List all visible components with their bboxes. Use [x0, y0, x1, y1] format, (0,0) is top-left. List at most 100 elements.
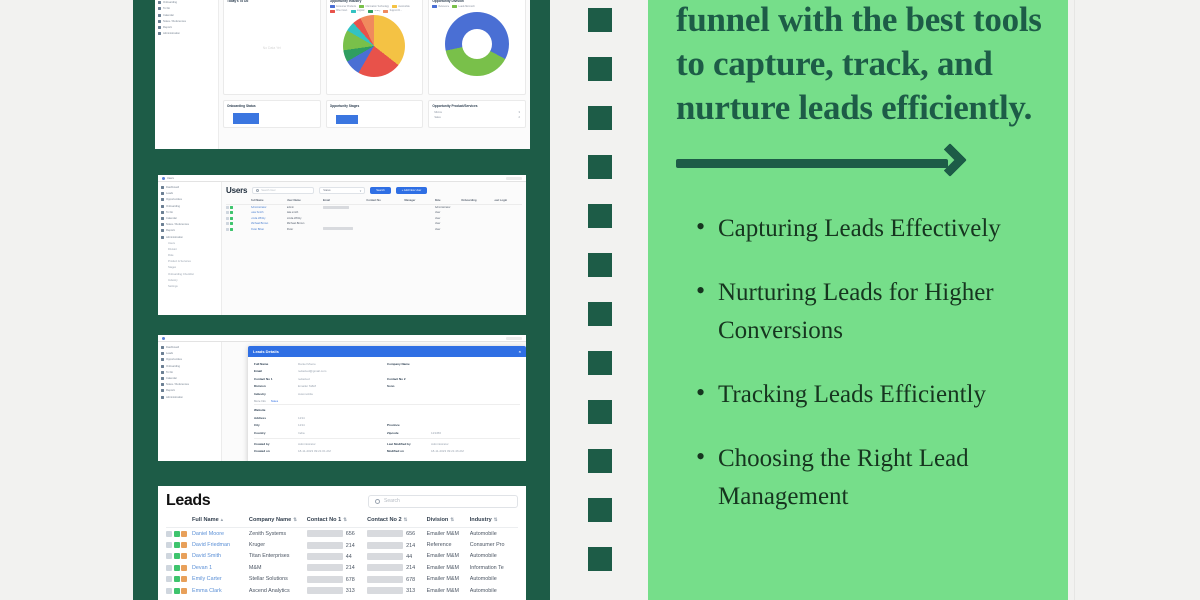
add-user-button[interactable]: + Add New User — [395, 187, 428, 194]
edit-icon[interactable] — [226, 227, 229, 231]
view-icon[interactable] — [230, 216, 233, 220]
col-last-login[interactable]: Last Login — [494, 199, 522, 202]
edit-icon[interactable] — [226, 205, 229, 209]
table-row[interactable]: Peter Brian Peter User — [226, 226, 522, 232]
row-actions[interactable] — [166, 542, 192, 549]
sidebar-item-notes[interactable]: Notes / References — [161, 223, 218, 227]
edit-icon[interactable] — [226, 222, 229, 226]
sidebar-subitem-users[interactable]: Users — [168, 242, 218, 245]
col-full-name[interactable]: Full Name — [251, 199, 287, 202]
cell-full-name[interactable]: Lata Smith — [251, 211, 287, 214]
sidebar-item[interactable]: Onboarding — [158, 1, 215, 5]
view-icon[interactable] — [173, 530, 180, 537]
edit-icon[interactable] — [226, 216, 229, 220]
row-actions[interactable] — [166, 564, 192, 571]
row-actions[interactable] — [166, 553, 192, 560]
tab-notes[interactable]: Notes — [271, 399, 278, 403]
sidebar-item-leads[interactable]: Leads — [161, 352, 218, 356]
dashboard-sidebar[interactable]: Opportunities Onboarding To Do Calendar … — [155, 0, 219, 149]
sidebar-item-reports[interactable]: Reports — [161, 389, 218, 393]
delete-icon[interactable] — [166, 542, 172, 549]
col-division[interactable]: Division ⇅ — [427, 517, 470, 523]
sidebar-item-administration[interactable]: Administration — [161, 395, 218, 399]
edit-icon[interactable] — [181, 587, 188, 594]
sidebar-item[interactable]: Reports — [158, 25, 215, 29]
search-input[interactable]: Search User — [252, 187, 315, 194]
cell-full-name[interactable]: Linda Whitty — [251, 217, 287, 220]
search-input[interactable]: Search — [368, 494, 518, 508]
edit-icon[interactable] — [181, 564, 188, 571]
edit-icon[interactable] — [181, 542, 188, 549]
edit-icon[interactable] — [181, 530, 188, 537]
row-actions[interactable] — [166, 530, 192, 537]
sidebar-item-todo[interactable]: To Do — [161, 210, 218, 214]
sidebar-subitem-division[interactable]: Division — [168, 248, 218, 251]
col-company-name[interactable]: Company Name ⇅ — [249, 517, 307, 523]
sidebar-subitem-role[interactable]: Role — [168, 254, 218, 257]
action-icons[interactable] — [226, 216, 251, 220]
action-icons[interactable] — [226, 211, 251, 215]
sidebar-item-notes[interactable]: Notes / References — [161, 383, 218, 387]
col-manager[interactable]: Manager — [404, 199, 434, 202]
view-icon[interactable] — [173, 553, 180, 560]
cell-full-name[interactable]: Devan 1 — [192, 565, 249, 571]
table-row[interactable]: Emily Carter Stellar Solutions 678 678 E… — [166, 574, 518, 585]
view-icon[interactable] — [230, 227, 233, 231]
delete-icon[interactable] — [166, 530, 172, 537]
delete-icon[interactable] — [166, 587, 172, 594]
col-onboarding[interactable]: Onboarding — [461, 199, 493, 202]
view-icon[interactable] — [230, 222, 233, 226]
row-actions[interactable] — [226, 211, 251, 215]
tab-more-info[interactable]: More Info — [254, 399, 266, 403]
row-actions[interactable] — [226, 227, 251, 231]
sidebar-item-onboarding[interactable]: Onboarding — [161, 364, 218, 368]
sidebar-item[interactable]: To Do — [158, 7, 215, 11]
sidebar-item-administration[interactable]: Administration — [161, 235, 218, 239]
col-contact-no[interactable]: Contact No — [366, 199, 404, 202]
delete-icon[interactable] — [166, 564, 172, 571]
cell-full-name[interactable]: Michael Brown — [251, 222, 287, 225]
row-actions[interactable] — [226, 216, 251, 220]
sidebar-item-leads[interactable]: Leads — [161, 192, 218, 196]
col-contact-1[interactable]: Contact No 1 ⇅ — [307, 517, 367, 523]
cell-full-name[interactable]: Daniel Moore — [192, 531, 249, 537]
edit-icon[interactable] — [181, 553, 188, 560]
view-icon[interactable] — [173, 587, 180, 594]
view-icon[interactable] — [173, 564, 180, 571]
delete-icon[interactable] — [166, 576, 172, 583]
edit-icon[interactable] — [226, 211, 229, 215]
col-full-name[interactable]: Full Name ▴ — [192, 517, 249, 523]
delete-icon[interactable] — [166, 553, 172, 560]
cell-full-name[interactable]: Administrator — [251, 206, 287, 209]
col-contact-2[interactable]: Contact No 2 ⇅ — [367, 517, 427, 523]
sidebar-item-calendar[interactable]: Calendar — [161, 216, 218, 220]
view-icon[interactable] — [173, 542, 180, 549]
table-row[interactable]: David Friedman Kruger 214 214 Reference … — [166, 539, 518, 550]
edit-icon[interactable] — [181, 576, 188, 583]
table-row[interactable]: David Smith Titan Enterprises 44 44 Emai… — [166, 551, 518, 562]
table-row[interactable]: Emma Clark Ascend Analytics 313 313 Emai… — [166, 585, 518, 596]
sidebar-item-reports[interactable]: Reports — [161, 229, 218, 233]
col-industry[interactable]: Industry ⇅ — [470, 517, 518, 523]
cell-full-name[interactable]: Peter Brian — [251, 228, 287, 231]
users-sidebar[interactable]: Dashboard Leads Opportunities Onboarding… — [158, 182, 222, 315]
sidebar-item-calendar[interactable]: Calendar — [161, 376, 218, 380]
sidebar-item-opportunities[interactable]: Opportunities — [161, 358, 218, 362]
table-row[interactable]: Daniel Moore Zenith Systems 656 656 Emai… — [166, 528, 518, 539]
cell-full-name[interactable]: David Friedman — [192, 542, 249, 548]
row-actions[interactable] — [166, 587, 192, 594]
sidebar-subitem-products[interactable]: Product & Services — [168, 260, 218, 263]
table-row[interactable]: Devan 1 M&M 214 214 Emailer M&M Informat… — [166, 562, 518, 573]
sidebar-item-onboarding[interactable]: Onboarding — [161, 204, 218, 208]
row-actions[interactable] — [166, 576, 192, 583]
sidebar-subitem-industry[interactable]: Industry — [168, 279, 218, 282]
action-icons[interactable] — [226, 227, 251, 231]
sidebar-item[interactable]: Calendar — [158, 13, 215, 17]
search-button[interactable]: Search — [370, 187, 391, 194]
sidebar-item-dashboard[interactable]: Dashboard — [161, 346, 218, 349]
sidebar-subitem-settings[interactable]: Settings — [168, 285, 218, 288]
sidebar-item-dashboard[interactable]: Dashboard — [161, 186, 218, 189]
modal-tabs[interactable]: More Info Notes — [254, 399, 520, 406]
view-icon[interactable] — [230, 205, 233, 209]
col-user-name[interactable]: User Name — [287, 199, 323, 202]
